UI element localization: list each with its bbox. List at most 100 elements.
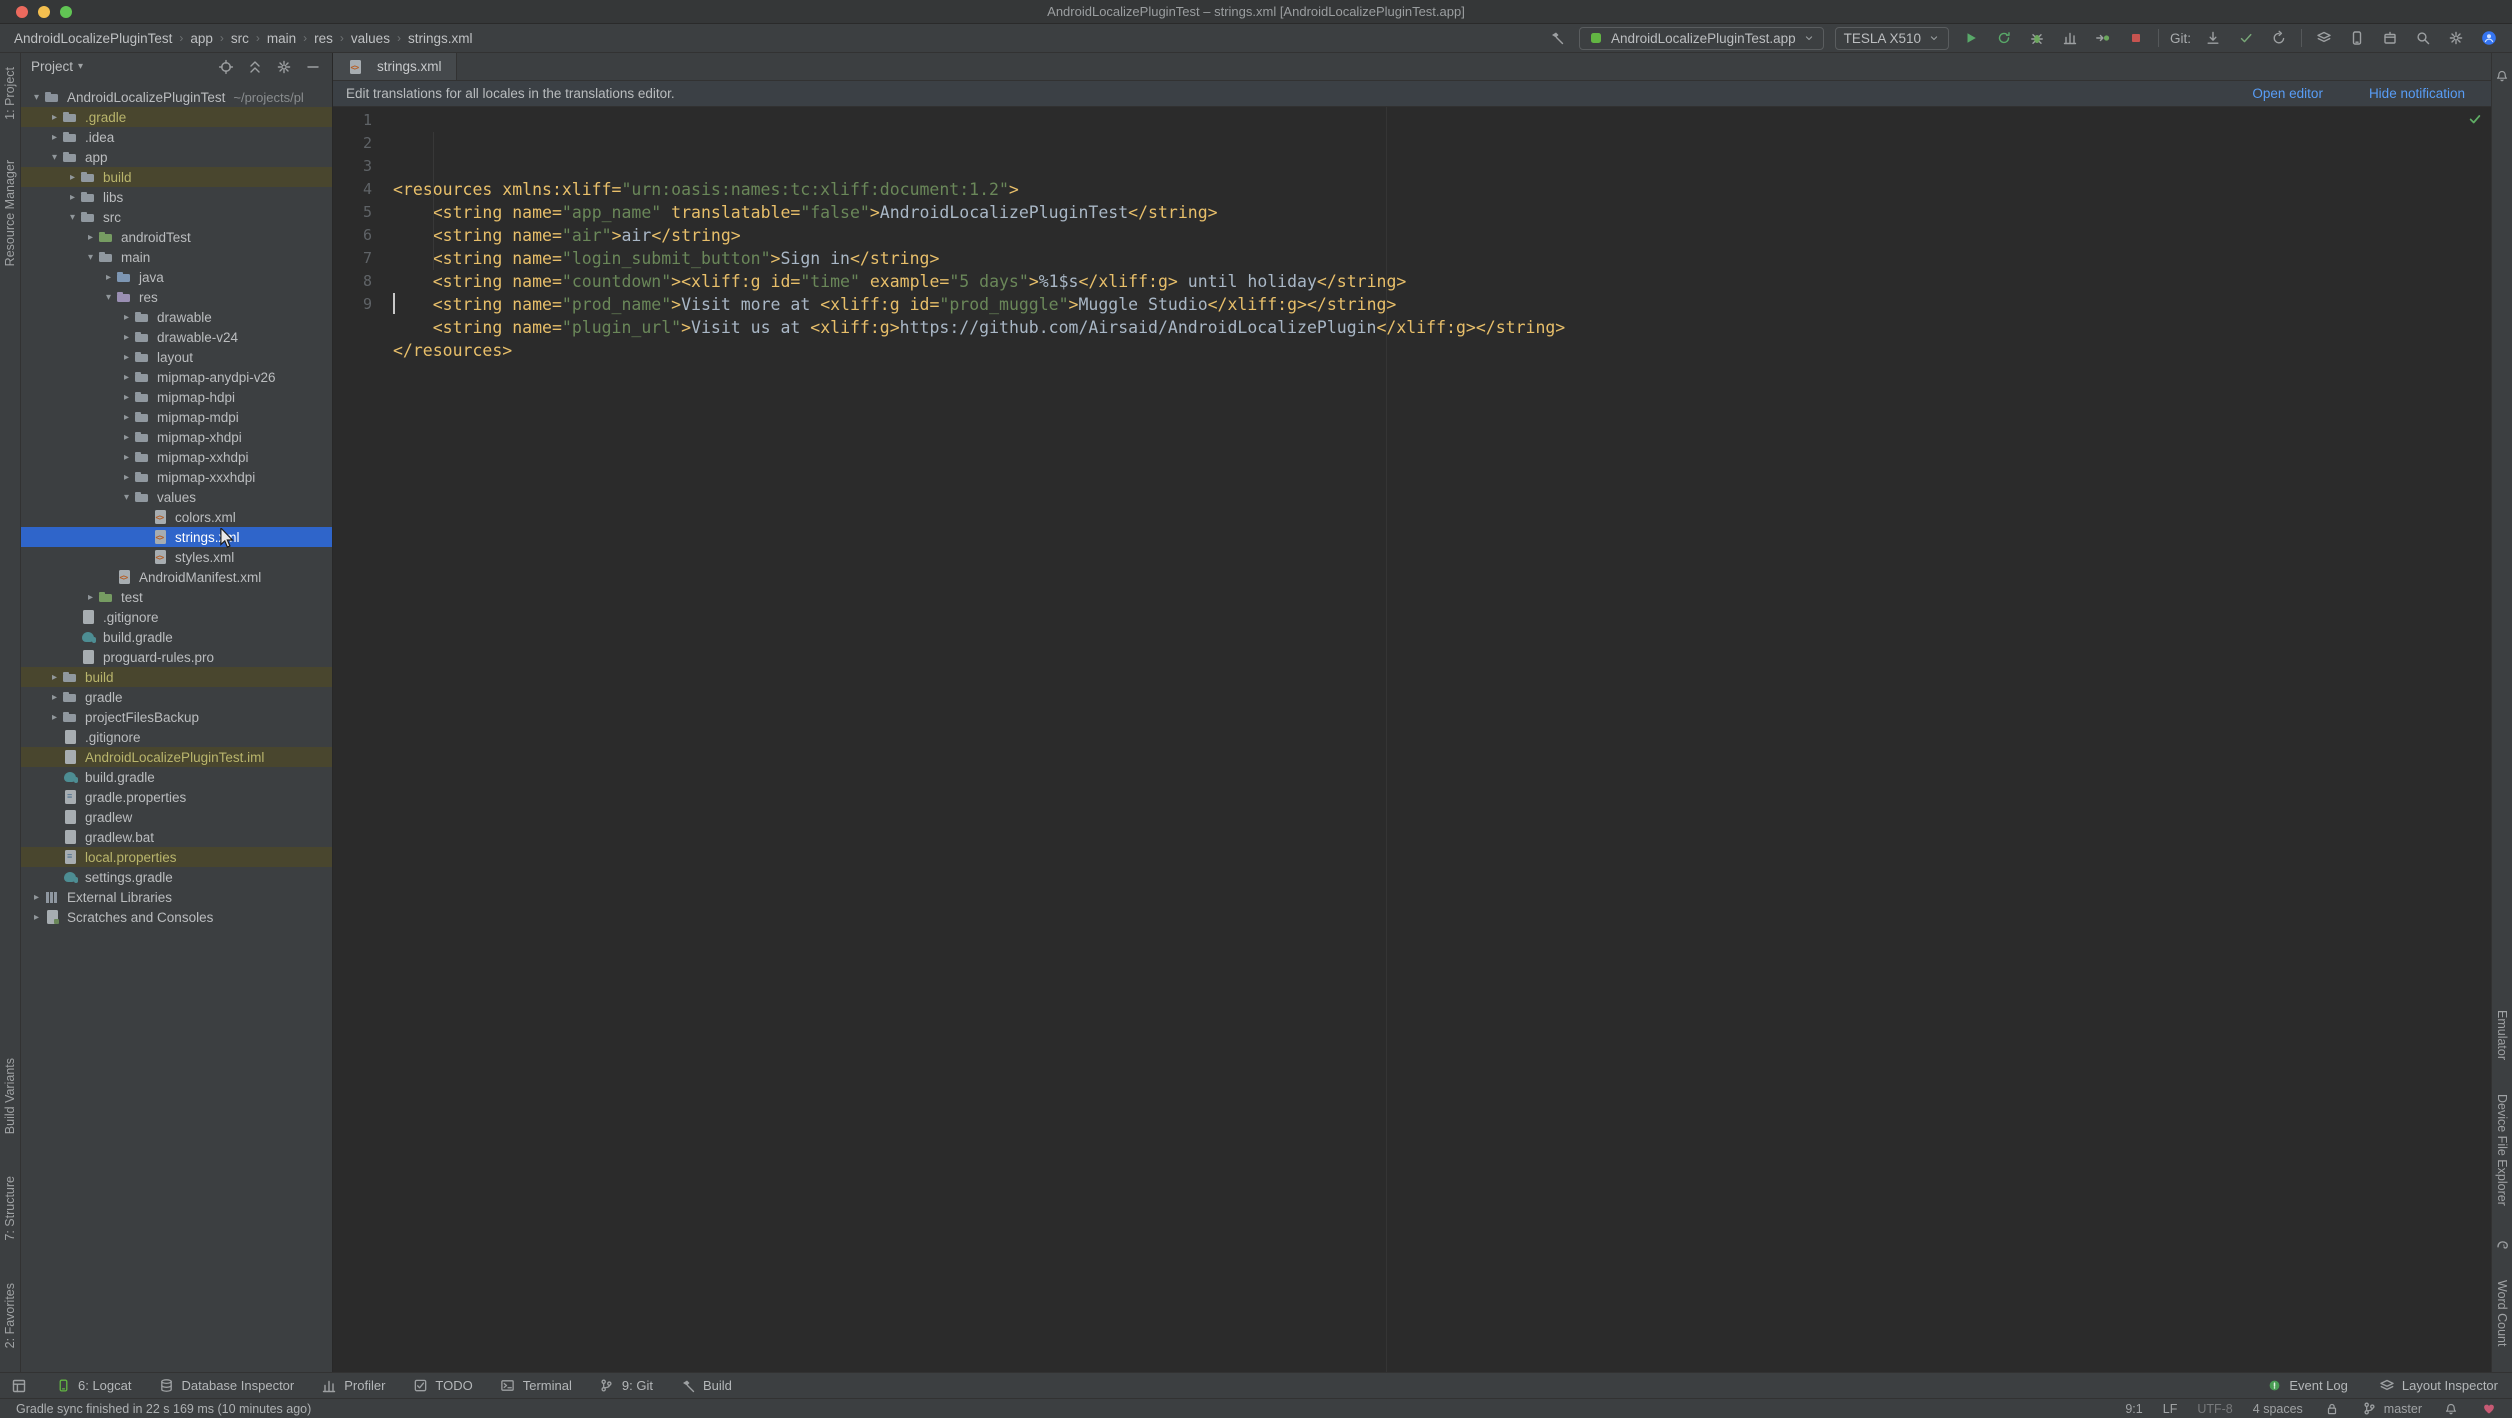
sidebar-item-emulator[interactable]: Emulator — [2495, 1010, 2509, 1060]
sidebar-item-resource-manager[interactable]: Resource Manager — [3, 160, 17, 266]
chevron-collapsed-icon[interactable]: ▸ — [119, 312, 134, 323]
run-configuration-select[interactable]: AndroidLocalizePluginTest.app — [1579, 27, 1824, 50]
tree-item-res[interactable]: ▾res — [21, 287, 332, 307]
code-area[interactable]: <resources xmlns:xliff="urn:oasis:names:… — [385, 107, 2491, 1372]
chevron-collapsed-icon[interactable]: ▸ — [119, 412, 134, 423]
chevron-collapsed-icon[interactable]: ▸ — [65, 192, 80, 203]
code-line[interactable]: <resources xmlns:xliff="urn:oasis:names:… — [393, 178, 2491, 201]
chevron-collapsed-icon[interactable]: ▸ — [47, 132, 62, 143]
chevron-collapsed-icon[interactable]: ▸ — [47, 672, 62, 683]
chevron-collapsed-icon[interactable]: ▸ — [119, 372, 134, 383]
tree-item-gitignore[interactable]: .gitignore — [21, 727, 332, 747]
editor-gutter[interactable]: 123456789 — [333, 107, 385, 1372]
tree-item-idea[interactable]: ▸.idea — [21, 127, 332, 147]
breadcrumb-item-values[interactable]: values — [351, 31, 390, 46]
tree-item-mipmap-xxxhdpi[interactable]: ▸mipmap-xxxhdpi — [21, 467, 332, 487]
run-button[interactable] — [1960, 27, 1982, 49]
search-everywhere-button[interactable] — [2412, 27, 2434, 49]
code-line[interactable]: <string name="prod_name">Visit more at <… — [393, 293, 2491, 316]
toolwindow-button-profiler[interactable]: Profiler — [320, 1377, 385, 1395]
chevron-collapsed-icon[interactable]: ▸ — [47, 692, 62, 703]
tree-item-mipmap-mdpi[interactable]: ▸mipmap-mdpi — [21, 407, 332, 427]
code-line[interactable]: <string name="plugin_url">Visit us at <x… — [393, 316, 2491, 339]
apply-changes-button[interactable] — [1993, 27, 2015, 49]
toolwindow-button-database-inspector[interactable]: Database Inspector — [158, 1377, 295, 1395]
tree-item-local-properties[interactable]: local.properties — [21, 847, 332, 867]
tree-item-drawable[interactable]: ▸drawable — [21, 307, 332, 327]
line-number[interactable]: 5 — [333, 201, 372, 224]
toolwindow-button-terminal[interactable]: Terminal — [499, 1377, 572, 1395]
git-commit-button[interactable] — [2235, 27, 2257, 49]
tree-item-gitignore[interactable]: .gitignore — [21, 607, 332, 627]
toolwindow-button-layout-inspector[interactable]: Layout Inspector — [2378, 1377, 2498, 1395]
stop-button[interactable] — [2125, 27, 2147, 49]
status-utf-8[interactable]: UTF-8 — [2197, 1402, 2232, 1416]
line-number[interactable]: 6 — [333, 224, 372, 247]
chevron-collapsed-icon[interactable]: ▸ — [29, 912, 44, 923]
debug-button[interactable] — [2026, 27, 2048, 49]
chevron-expanded-icon[interactable]: ▾ — [29, 92, 44, 103]
sidebar-item-word-count[interactable]: Word Count — [2495, 1280, 2509, 1346]
code-line[interactable]: <string name="login_submit_button">Sign … — [393, 247, 2491, 270]
profile-button[interactable] — [2059, 27, 2081, 49]
chevron-down-icon[interactable]: ▾ — [78, 61, 83, 72]
project-panel-title[interactable]: Project — [31, 59, 73, 74]
status-bell-icon[interactable] — [2442, 1400, 2460, 1418]
sidebar-item-device-file-explorer[interactable]: Device File Explorer — [2495, 1094, 2509, 1206]
chevron-collapsed-icon[interactable]: ▸ — [119, 392, 134, 403]
chevron-collapsed-icon[interactable]: ▸ — [83, 232, 98, 243]
tree-item-build[interactable]: ▸build — [21, 667, 332, 687]
status-heart-icon[interactable] — [2480, 1400, 2498, 1418]
tree-item-layout[interactable]: ▸layout — [21, 347, 332, 367]
status-master[interactable]: master — [2361, 1400, 2422, 1418]
layout-inspector-button[interactable] — [2313, 27, 2335, 49]
hide-notification-link[interactable]: Hide notification — [2369, 86, 2465, 101]
tree-item-strings-xml[interactable]: strings.xml — [21, 527, 332, 547]
status-9-1[interactable]: 9:1 — [2125, 1402, 2142, 1416]
tree-item-projectfilesbackup[interactable]: ▸projectFilesBackup — [21, 707, 332, 727]
chevron-expanded-icon[interactable]: ▾ — [65, 212, 80, 223]
tree-item-gradlew[interactable]: gradlew — [21, 807, 332, 827]
sidebar-item-build-variants[interactable]: Build Variants — [3, 1058, 17, 1134]
tree-item-build-gradle[interactable]: build.gradle — [21, 627, 332, 647]
editor-body[interactable]: 123456789 <resources xmlns:xliff="urn:oa… — [333, 107, 2491, 1372]
status-lock-icon[interactable] — [2323, 1400, 2341, 1418]
device-manager-button[interactable] — [2346, 27, 2368, 49]
gradle-icon[interactable] — [2493, 1236, 2511, 1254]
locate-file-button[interactable] — [217, 58, 235, 76]
code-line[interactable]: </resources> — [393, 339, 2491, 362]
tree-item-values[interactable]: ▾values — [21, 487, 332, 507]
sidebar-item-2-favorites[interactable]: 2: Favorites — [3, 1283, 17, 1348]
code-line[interactable]: <string name="air">air</string> — [393, 224, 2491, 247]
line-number[interactable]: 2 — [333, 132, 372, 155]
line-number[interactable]: 4 — [333, 178, 372, 201]
tree-item-libs[interactable]: ▸libs — [21, 187, 332, 207]
tree-item-external-libraries[interactable]: ▸External Libraries — [21, 887, 332, 907]
git-rollback-button[interactable] — [2268, 27, 2290, 49]
breadcrumb-item-app[interactable]: app — [190, 31, 213, 46]
chevron-collapsed-icon[interactable]: ▸ — [119, 352, 134, 363]
tree-item-drawable-v24[interactable]: ▸drawable-v24 — [21, 327, 332, 347]
tree-item-androidlocalizeplugintest-iml[interactable]: AndroidLocalizePluginTest.iml — [21, 747, 332, 767]
breadcrumb-item-src[interactable]: src — [231, 31, 249, 46]
chevron-collapsed-icon[interactable]: ▸ — [119, 452, 134, 463]
chevron-collapsed-icon[interactable]: ▸ — [119, 432, 134, 443]
sidebar-item-7-structure[interactable]: 7: Structure — [3, 1176, 17, 1241]
chevron-expanded-icon[interactable]: ▾ — [101, 292, 116, 303]
tree-item-build[interactable]: ▸build — [21, 167, 332, 187]
avatar[interactable] — [2478, 27, 2500, 49]
tree-item-gradle[interactable]: ▸.gradle — [21, 107, 332, 127]
tree-item-scratches-and-consoles[interactable]: ▸Scratches and Consoles — [21, 907, 332, 927]
settings-button[interactable] — [2445, 27, 2467, 49]
device-select[interactable]: TESLA X510 — [1835, 27, 1949, 50]
line-number[interactable]: 3 — [333, 155, 372, 178]
tree-item-androidtest[interactable]: ▸androidTest — [21, 227, 332, 247]
tree-item-build-gradle[interactable]: build.gradle — [21, 767, 332, 787]
tree-item-test[interactable]: ▸test — [21, 587, 332, 607]
breadcrumb-item-androidlocalizeplugintest[interactable]: AndroidLocalizePluginTest — [14, 31, 172, 46]
line-number[interactable]: 7 — [333, 247, 372, 270]
breadcrumb-item-res[interactable]: res — [314, 31, 333, 46]
panel-settings-button[interactable] — [275, 58, 293, 76]
chevron-expanded-icon[interactable]: ▾ — [47, 152, 62, 163]
chevron-collapsed-icon[interactable]: ▸ — [101, 272, 116, 283]
